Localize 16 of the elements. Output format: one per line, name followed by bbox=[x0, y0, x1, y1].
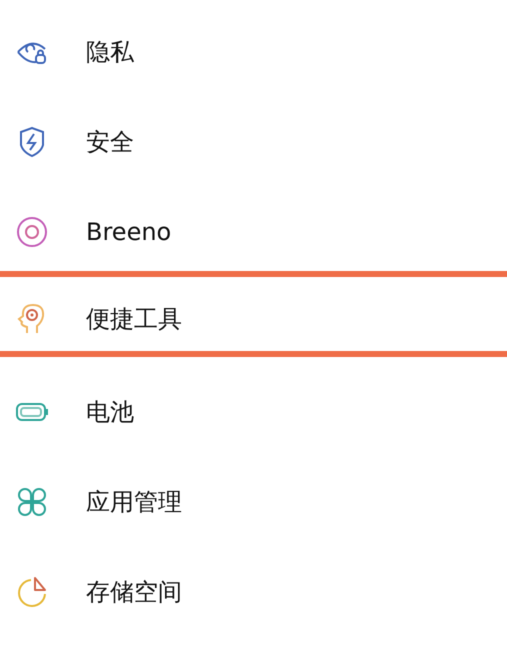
settings-item[interactable]: 隐私 bbox=[0, 7, 507, 97]
item-label: 便捷工具 bbox=[86, 304, 182, 335]
settings-item[interactable]: 安全 bbox=[0, 97, 507, 187]
settings-item[interactable]: 存储空间 bbox=[0, 547, 507, 637]
settings-item[interactable]: 电池 bbox=[0, 367, 507, 457]
item-label: 应用管理 bbox=[86, 487, 182, 518]
item-label: Breeno bbox=[86, 218, 172, 246]
item-label: 存储空间 bbox=[86, 577, 182, 608]
settings-item[interactable]: 应用管理 bbox=[0, 457, 507, 547]
item-label: 隐私 bbox=[86, 37, 134, 68]
settings-item[interactable]: 便捷工具 bbox=[0, 271, 507, 357]
pie-chart-icon bbox=[15, 575, 49, 609]
app-grid-icon bbox=[15, 485, 49, 519]
item-label: 安全 bbox=[86, 127, 134, 158]
item-label: 电池 bbox=[86, 397, 134, 428]
ring-icon bbox=[15, 215, 49, 249]
